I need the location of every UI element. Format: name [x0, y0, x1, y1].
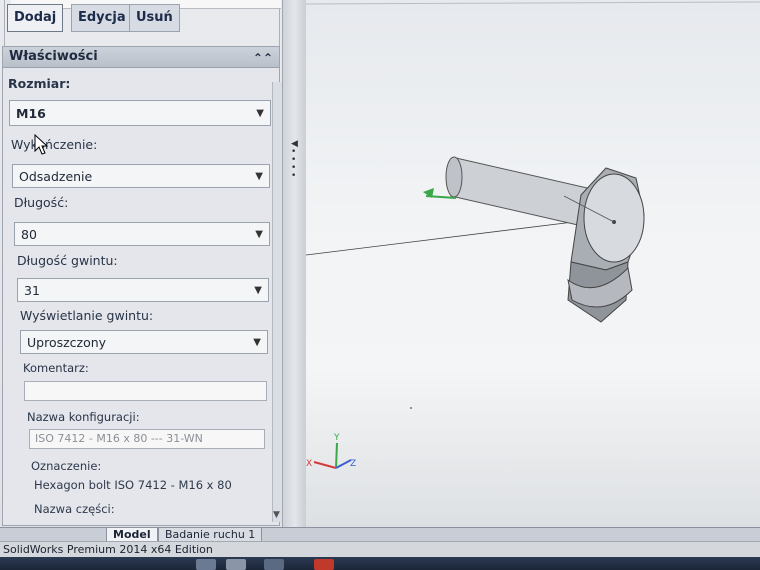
- length-dropdown[interactable]: 80 ▼: [14, 222, 270, 246]
- svg-text:Z: Z: [350, 459, 356, 469]
- length-value: 80: [21, 227, 37, 242]
- designation-value: Hexagon bolt ISO 7412 - M16 x 80: [34, 478, 232, 492]
- chevron-down-icon[interactable]: ▼: [256, 101, 264, 127]
- finish-value: Odsadzenie: [19, 169, 93, 184]
- taskbar-app-icon[interactable]: [196, 559, 216, 570]
- comment-input[interactable]: [24, 381, 267, 401]
- properties-title: Właściwości: [9, 49, 98, 64]
- bottom-tabs: Model Badanie ruchu 1: [0, 527, 760, 542]
- chevron-down-icon[interactable]: ▼: [255, 165, 263, 189]
- edit-button[interactable]: Edycja: [71, 4, 133, 32]
- add-button[interactable]: Dodaj: [7, 4, 64, 32]
- length-label: Długość:: [14, 195, 69, 210]
- thread-length-label: Długość gwintu:: [17, 253, 118, 268]
- taskbar-app-icon[interactable]: [264, 559, 284, 570]
- scroll-down-icon[interactable]: ▼: [273, 510, 280, 520]
- properties-header[interactable]: Właściwości ⌃⌃: [3, 47, 279, 68]
- taskbar-app-icon[interactable]: [226, 559, 246, 570]
- taskbar: [0, 557, 760, 570]
- delete-button[interactable]: Usuń: [129, 4, 180, 32]
- designation-label: Oznaczenie:: [31, 459, 102, 473]
- collapse-icon[interactable]: ⌃⌃: [253, 48, 273, 68]
- tab-motion-study[interactable]: Badanie ruchu 1: [158, 528, 263, 542]
- size-dropdown[interactable]: M16 ▼: [9, 100, 271, 126]
- axis-triad-icon: X Y Z: [306, 433, 356, 469]
- status-bar: SolidWorks Premium 2014 x64 Edition: [0, 541, 760, 558]
- chevron-down-icon[interactable]: ▼: [255, 223, 263, 247]
- size-value: M16: [16, 106, 46, 121]
- solidworks-taskbar-icon[interactable]: [314, 559, 334, 570]
- chevron-down-icon[interactable]: ▼: [254, 279, 262, 303]
- panel-splitter[interactable]: ◀ • • • •: [282, 0, 308, 527]
- graphics-viewport[interactable]: X Y Z: [306, 0, 760, 527]
- config-name-label: Nazwa konfiguracji:: [27, 410, 140, 424]
- svg-text:X: X: [306, 459, 312, 469]
- splitter-grip-icon[interactable]: ◀ • • • •: [291, 140, 298, 181]
- finish-label: Wykończenie:: [11, 137, 98, 152]
- property-manager: Dodaj Edycja Usuń Właściwości ⌃⌃ Rozmiar…: [0, 0, 283, 527]
- viewport-border: [306, 1, 760, 5]
- thread-length-value: 31: [24, 283, 40, 298]
- size-label: Rozmiar:: [8, 76, 71, 91]
- chevron-down-icon[interactable]: ▼: [253, 331, 261, 355]
- action-box: Dodaj Edycja Usuń: [4, 0, 281, 49]
- part-name-label: Nazwa części:: [34, 502, 115, 516]
- thread-display-dropdown[interactable]: Uproszczony ▼: [20, 330, 268, 354]
- bolt-model[interactable]: [445, 156, 645, 323]
- reference-line: [306, 217, 607, 256]
- thread-display-label: Wyświetlanie gwintu:: [20, 308, 154, 323]
- thread-length-dropdown[interactable]: 31 ▼: [17, 278, 269, 302]
- tab-model[interactable]: Model: [106, 528, 158, 542]
- config-name-input[interactable]: ISO 7412 - M16 x 80 --- 31-WN: [29, 429, 265, 449]
- mouse-cursor-icon: [34, 134, 49, 155]
- finish-dropdown[interactable]: Odsadzenie ▼: [12, 164, 270, 188]
- thread-display-value: Uproszczony: [27, 335, 107, 350]
- comment-label: Komentarz:: [23, 361, 89, 375]
- svg-text:Y: Y: [333, 433, 340, 443]
